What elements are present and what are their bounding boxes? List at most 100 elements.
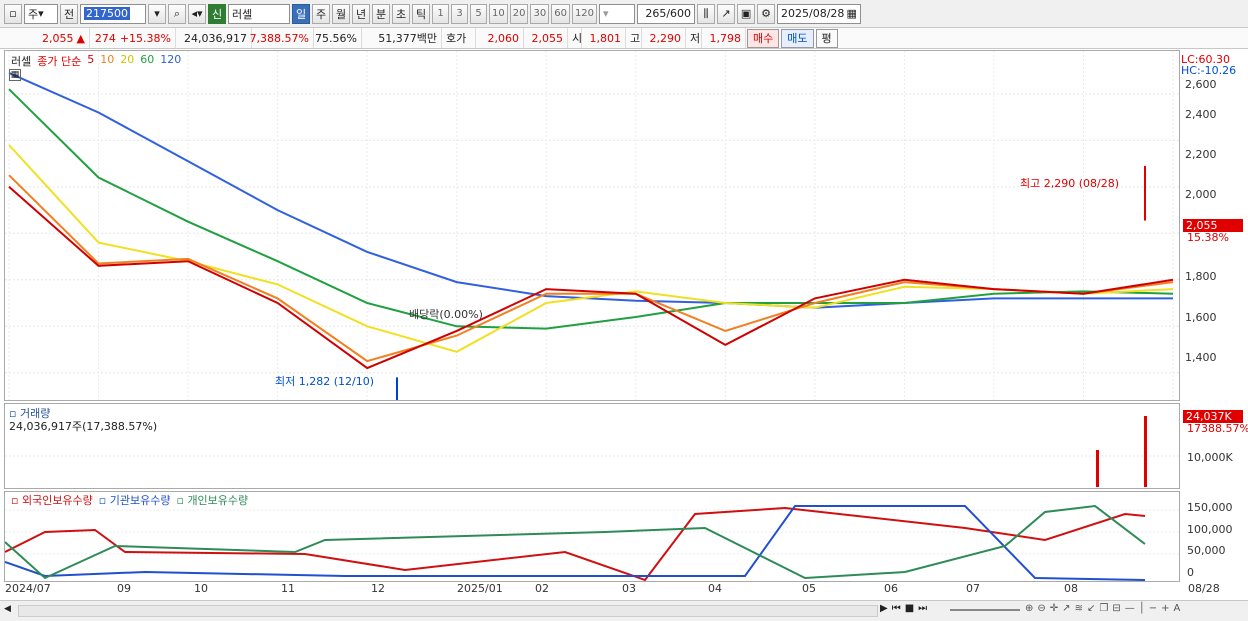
period-week[interactable]: 주 (312, 3, 330, 24)
bottom-bar: ◀ ▶ ⏮ ■ ⏭ ⊕ ⊖ ✛ ↗ ≋ ↙ ❐ ⊟ — │ − + A (0, 600, 1248, 621)
stop-icon[interactable]: ■ (905, 603, 914, 614)
change-cell: 274 +15.38% (90, 28, 176, 48)
interval-30[interactable]: 30 (530, 3, 550, 24)
type-select[interactable]: 주 ▾ (24, 3, 58, 24)
high-label: 고 (626, 28, 642, 48)
copy-icon[interactable]: ❐ (1099, 603, 1108, 614)
period-month[interactable]: 월 (332, 3, 350, 24)
zoom-in-icon[interactable]: ⊕ (1025, 603, 1033, 614)
inv-y-tick: 50,000 (1187, 544, 1226, 557)
fast-forward-icon[interactable]: ⏭ (918, 603, 927, 614)
y-tick: 1,600 (1185, 311, 1217, 324)
window-icon[interactable]: ▫ (4, 3, 22, 24)
volume-value: 24,036,917 (176, 28, 252, 48)
investor-legend: ▫ 외국인보유수량 ▫ 기관보유수량 ▫ 개인보유수량 (11, 492, 248, 508)
fib-tool-icon[interactable]: ≋ (1075, 603, 1083, 614)
count-value: 265 (645, 7, 667, 20)
investor-line-0 (5, 506, 1146, 581)
legend-individual: ▫ 개인보유수량 (176, 494, 249, 507)
ma-line-120 (8, 71, 1173, 309)
interval-120[interactable]: 120 (571, 3, 598, 24)
price-chart[interactable]: 러셀 종가 단순 5 10 20 60 120 ▦ 최고 2,290 (08/2… (4, 50, 1180, 401)
period-year[interactable]: 년 (352, 3, 370, 24)
period-second[interactable]: 초 (392, 3, 410, 24)
zoom-slider[interactable] (950, 609, 1020, 611)
hline-icon[interactable]: — (1125, 603, 1135, 614)
x-tick: 08 (1064, 582, 1078, 595)
tool-icons: ⊕ ⊖ ✛ ↗ ≋ ↙ ❐ ⊟ — │ − + A (1025, 603, 1180, 614)
settings-icon[interactable]: ⚙ (757, 3, 776, 24)
hc-label: HC:-10.26 (1181, 64, 1237, 77)
investor-chart[interactable]: ▫ 외국인보유수량 ▫ 기관보유수량 ▫ 개인보유수량 (4, 491, 1180, 582)
up-arrow-icon: ▲ (76, 31, 85, 45)
legend-ma60: 60 (140, 53, 155, 66)
plus-icon[interactable]: + (1161, 603, 1169, 614)
vline-icon[interactable]: │ (1139, 603, 1145, 614)
calendar-icon[interactable]: ▦ (846, 7, 856, 20)
volume-chart-svg (5, 416, 1179, 487)
volume-subtitle: 24,036,917주(17,388.57%) (9, 420, 158, 433)
eval-button[interactable]: 평 (815, 28, 838, 48)
search-icon[interactable]: ⌕ (168, 3, 186, 24)
speaker-icon[interactable]: ◂▾ (188, 3, 206, 24)
prev-button[interactable]: 전 (60, 3, 78, 24)
grid-icon[interactable]: ▦ (9, 69, 21, 81)
legend-name: 러셀 (11, 55, 32, 68)
text-icon[interactable]: A (1174, 603, 1181, 614)
arrow-tool-icon[interactable]: ↙ (1087, 603, 1095, 614)
buy-button[interactable]: 매수 (747, 28, 780, 48)
x-tick: 03 (622, 582, 636, 595)
scroll-left-icon[interactable]: ◀ (4, 604, 16, 618)
y-tick: 1,800 (1185, 270, 1217, 283)
price-cell: 2,055 ▲ (0, 28, 90, 48)
interval-60[interactable]: 60 (551, 3, 570, 24)
name-field[interactable]: 러셀 (228, 3, 290, 24)
volume-bar (1144, 416, 1147, 487)
x-tick: 04 (708, 582, 722, 595)
minus-icon[interactable]: − (1149, 603, 1157, 614)
period-minute[interactable]: 분 (372, 3, 390, 24)
legend-ma20: 20 (120, 53, 135, 66)
save-icon[interactable]: ▣ (737, 3, 756, 24)
x-tick: 07 (966, 582, 980, 595)
crosshair-icon[interactable]: ✛ (1050, 603, 1058, 614)
current-pct-tag: 15.38% (1187, 231, 1229, 244)
code-input[interactable]: 217500 (80, 3, 146, 24)
period-tick[interactable]: 틱 (412, 3, 430, 24)
name-value: 러셀 (232, 7, 253, 21)
split-icon[interactable]: ⊟ (1112, 603, 1120, 614)
legend-ma5: 5 (87, 53, 95, 66)
play-icon[interactable]: ▶ (880, 603, 888, 614)
line-tool-icon[interactable]: ↗ (1062, 603, 1070, 614)
sell-button[interactable]: 매도 (781, 28, 814, 48)
draw-tool-icon[interactable]: ↗ (717, 3, 736, 24)
volume-pct-tag: 17388.57% (1187, 422, 1248, 435)
rewind-icon[interactable]: ⏮ (892, 603, 901, 614)
interval-3[interactable]: 3 (451, 3, 468, 24)
price-chart-svg (5, 51, 1179, 400)
investor-line-2 (5, 504, 1146, 580)
current-price: 2,055 (42, 31, 74, 45)
dropdown-icon[interactable]: ▾ (148, 3, 166, 24)
zoom-out-icon[interactable]: ⊖ (1037, 603, 1045, 614)
date-field[interactable]: 2025/08/28 ▦ (777, 3, 862, 24)
interval-1[interactable]: 1 (432, 3, 449, 24)
period-day[interactable]: 일 (292, 3, 310, 24)
legend-ma120: 120 (160, 53, 182, 66)
high-price: 2,290 (642, 28, 686, 48)
scrollbar-track[interactable] (18, 605, 878, 617)
candle-type-icon[interactable]: ⫼ (697, 3, 716, 24)
y-tick: 2,400 (1185, 108, 1217, 121)
x-tick: 02 (535, 582, 549, 595)
change-value: 274 (94, 31, 116, 45)
interval-10[interactable]: 10 (489, 3, 508, 24)
interval-dropdown[interactable]: ▾ (599, 3, 636, 24)
volume-pct: 7,388.57% (250, 28, 314, 48)
volume-chart[interactable]: ▫ 거래량 24,036,917주(17,388.57%) (4, 403, 1180, 489)
interval-20[interactable]: 20 (509, 3, 529, 24)
quote-info-bar: 2,055 ▲ 274 +15.38% 24,036,917 7,388.57% 7… (0, 28, 1248, 49)
count-field[interactable]: 265/600 (637, 3, 696, 24)
y-tick: 2,600 (1185, 78, 1217, 91)
legend-foreign-text: 외국인보유수량 (21, 494, 93, 507)
interval-5[interactable]: 5 (470, 3, 487, 24)
